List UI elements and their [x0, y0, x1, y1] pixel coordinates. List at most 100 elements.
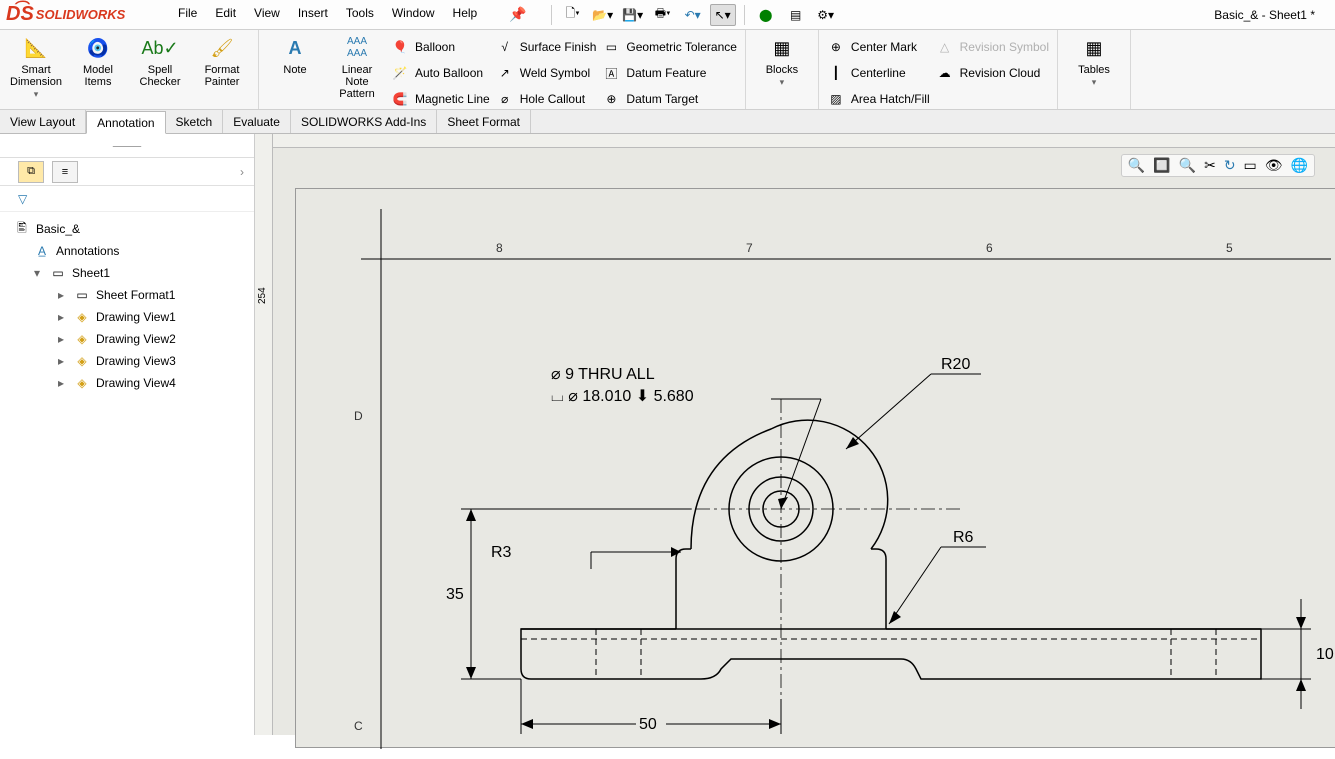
qat-undo-icon[interactable]: ↶▾	[680, 4, 706, 26]
qat-save-icon[interactable]: 💾▾	[620, 4, 646, 26]
drawing-sheet[interactable]: 8 7 6 5 D C	[295, 188, 1335, 748]
tree-item[interactable]: ▸▭Sheet Format1	[14, 284, 250, 306]
center-mark-button[interactable]: ⊕Center Mark	[827, 36, 930, 58]
format-painter-icon: 🖌	[210, 36, 234, 60]
sheet-format-icon: ▭	[74, 287, 90, 303]
tree-root[interactable]: 🖺 Basic_&	[14, 218, 250, 240]
tree-item[interactable]: ▸◈Drawing View4	[14, 372, 250, 394]
linear-note-pattern-icon: AAAAAA	[345, 36, 369, 60]
appearance-icon[interactable]: 🌐	[1291, 157, 1308, 174]
drawing-view-icon: ◈	[74, 331, 90, 347]
dim-10: 10	[1316, 646, 1334, 663]
note-icon: A	[283, 36, 307, 60]
spell-checker-button[interactable]: Ab✓ Spell Checker	[132, 34, 188, 104]
tab-view-layout[interactable]: View Layout	[0, 110, 86, 133]
qat-rebuild-icon[interactable]: ⬤	[753, 4, 779, 26]
area-hatch-button[interactable]: ▨Area Hatch/Fill	[827, 88, 930, 110]
caret-right-icon[interactable]: ▸	[58, 288, 68, 302]
qat-select-icon[interactable]: ↖▾	[710, 4, 736, 26]
drawing-canvas[interactable]: 🔍 🔲 🔍 ✂ ↻ ▭ 👁 🌐 8 7 6 5 D C	[273, 148, 1335, 735]
filter-icon[interactable]: ▽	[18, 192, 27, 206]
drawing-view-icon: ◈	[74, 375, 90, 391]
rotate-view-icon[interactable]: ↻	[1224, 157, 1236, 174]
tree-root-label: Basic_&	[36, 222, 80, 236]
menu-edit[interactable]: Edit	[215, 6, 236, 23]
pin-icon[interactable]: 📌	[509, 6, 526, 23]
hide-show-icon[interactable]: 👁	[1265, 157, 1283, 174]
menu-view[interactable]: View	[254, 6, 280, 23]
panel-tab-strip: ⧉ ≡ ›	[0, 158, 254, 186]
annotations-icon: A̲	[34, 243, 50, 259]
surface-finish-button[interactable]: √Surface Finish	[496, 36, 597, 58]
tree-annotations-label: Annotations	[56, 244, 119, 258]
linear-note-pattern-button[interactable]: AAAAAA Linear Note Pattern	[329, 34, 385, 104]
menu-file[interactable]: File	[178, 6, 197, 23]
menu-help[interactable]: Help	[453, 6, 478, 23]
menu-tools[interactable]: Tools	[346, 6, 374, 23]
drawing-view-icon: ◈	[74, 309, 90, 325]
tab-sw-addins[interactable]: SOLIDWORKS Add-Ins	[291, 110, 437, 133]
display-style-icon[interactable]: ▭	[1244, 157, 1257, 174]
tree-sheet[interactable]: ▾ ▭ Sheet1	[14, 262, 250, 284]
note-button[interactable]: A Note	[267, 34, 323, 104]
tables-button[interactable]: ▦ Tables ▾	[1066, 34, 1122, 104]
feature-tree-tab-icon[interactable]: ⧉	[18, 161, 44, 183]
qat-open-icon[interactable]: 📂▾	[590, 4, 616, 26]
hole-callout-icon: ⌀	[496, 90, 514, 108]
weld-symbol-button[interactable]: ↗Weld Symbol	[496, 62, 597, 84]
auto-balloon-button[interactable]: 🪄Auto Balloon	[391, 62, 490, 84]
zoom-area-icon[interactable]: 🔲	[1153, 157, 1170, 174]
format-painter-button[interactable]: 🖌 Format Painter	[194, 34, 250, 104]
model-items-button[interactable]: 🧿 Model Items	[70, 34, 126, 104]
blocks-button[interactable]: ▦ Blocks ▾	[754, 34, 810, 104]
balloon-button[interactable]: 🎈Balloon	[391, 36, 490, 58]
tree-annotations[interactable]: A̲ Annotations	[14, 240, 250, 262]
ribbon-tabs: View Layout Annotation Sketch Evaluate S…	[0, 110, 1335, 134]
qat-new-icon[interactable]: 🗋▾	[560, 4, 586, 26]
geometric-tolerance-button[interactable]: ▭Geometric Tolerance	[602, 36, 737, 58]
format-painter-label: Format Painter	[194, 64, 250, 88]
property-tab-icon[interactable]: ≡	[52, 161, 78, 183]
sheet-icon: ▭	[50, 265, 66, 281]
hole-callout-line2: ⌴ ⌀ 18.010 ⬇ 5.680	[551, 388, 694, 405]
tab-evaluate[interactable]: Evaluate	[223, 110, 291, 133]
caret-right-icon[interactable]: ▸	[58, 310, 68, 324]
datum-target-icon: ⊕	[602, 90, 620, 108]
menu-window[interactable]: Window	[392, 6, 435, 23]
caret-right-icon[interactable]: ▸	[58, 332, 68, 346]
caret-right-icon[interactable]: ▸	[58, 354, 68, 368]
blocks-label: Blocks	[766, 64, 798, 76]
datum-feature-button[interactable]: 🄰Datum Feature	[602, 62, 737, 84]
tab-sheet-format[interactable]: Sheet Format	[437, 110, 531, 133]
panel-chevron-icon[interactable]: ›	[240, 165, 244, 179]
magnetic-line-button[interactable]: 🧲Magnetic Line	[391, 88, 490, 110]
center-mark-icon: ⊕	[827, 38, 845, 56]
panel-drag-handle[interactable]: ⸻	[0, 134, 254, 158]
tree-item[interactable]: ▸◈Drawing View2	[14, 328, 250, 350]
qat-options-list-icon[interactable]: ▤	[783, 4, 809, 26]
tree-item[interactable]: ▸◈Drawing View3	[14, 350, 250, 372]
qat-print-icon[interactable]: 🖶▾	[650, 4, 676, 26]
tab-annotation[interactable]: Annotation	[86, 111, 165, 134]
document-title: Basic_& - Sheet1 *	[1214, 8, 1315, 22]
caret-down-icon[interactable]: ▾	[34, 266, 44, 280]
zoom-fit-icon[interactable]: 🔍	[1128, 157, 1145, 174]
tab-sketch[interactable]: Sketch	[166, 110, 224, 133]
dim-r3: R3	[491, 544, 512, 561]
quick-access-toolbar: 🗋▾ 📂▾ 💾▾ 🖶▾ ↶▾ ↖▾ ⬤ ▤ ⚙▾	[547, 4, 839, 26]
menu-insert[interactable]: Insert	[298, 6, 328, 23]
centerline-button[interactable]: ┃Centerline	[827, 62, 930, 84]
datum-target-button[interactable]: ⊕Datum Target	[602, 88, 737, 110]
revision-cloud-button[interactable]: ☁Revision Cloud	[936, 62, 1049, 84]
hole-callout-button[interactable]: ⌀Hole Callout	[496, 88, 597, 110]
caret-right-icon[interactable]: ▸	[58, 376, 68, 390]
qat-settings-icon[interactable]: ⚙▾	[813, 4, 839, 26]
feature-tree: 🖺 Basic_& A̲ Annotations ▾ ▭ Sheet1 ▸▭Sh…	[0, 212, 254, 394]
section-view-icon[interactable]: ✂	[1204, 157, 1216, 174]
revision-cloud-icon: ☁	[936, 64, 954, 82]
heads-up-view-toolbar: 🔍 🔲 🔍 ✂ ↻ ▭ 👁 🌐	[1121, 154, 1315, 177]
tree-item[interactable]: ▸◈Drawing View1	[14, 306, 250, 328]
zoom-prev-icon[interactable]: 🔍	[1179, 157, 1196, 174]
smart-dimension-button[interactable]: 📐 Smart Dimension ▾	[8, 34, 64, 104]
smart-dimension-label: Smart Dimension	[8, 64, 64, 88]
